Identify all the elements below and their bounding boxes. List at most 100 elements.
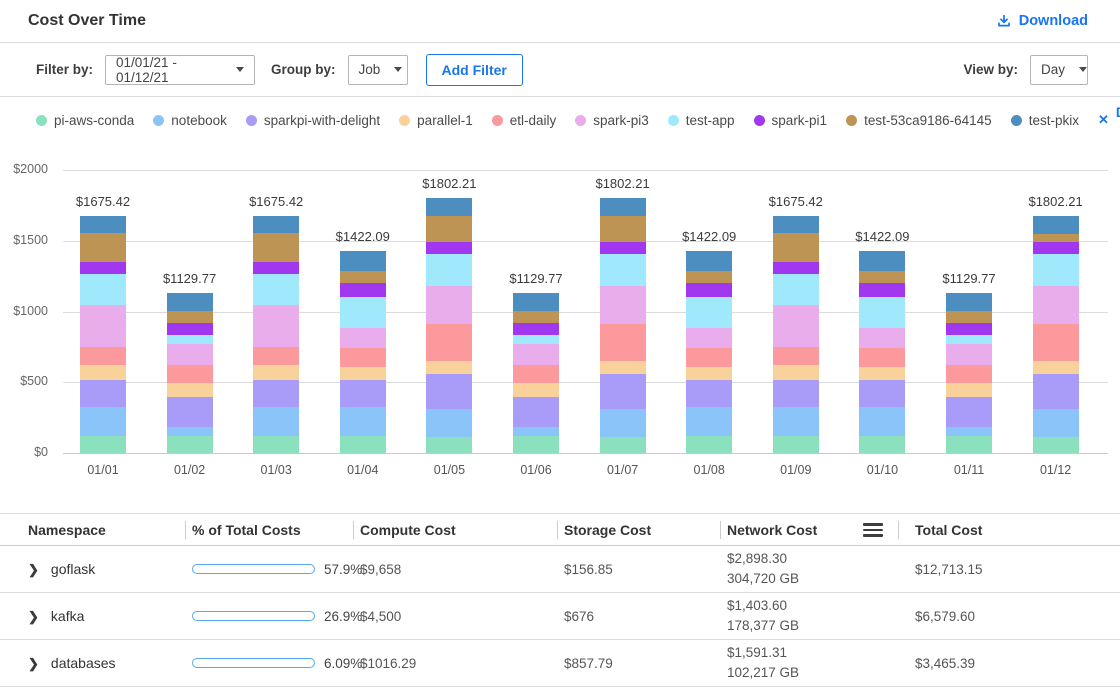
- bar-segment-test-53ca9186-64145[interactable]: [600, 216, 646, 242]
- bar-segment-notebook[interactable]: [426, 409, 472, 437]
- date-range-select[interactable]: 01/01/21 - 01/12/21: [105, 55, 255, 85]
- bar-segment-parallel-1[interactable]: [167, 383, 213, 396]
- bar-segment-spark-pi3[interactable]: [1033, 286, 1079, 324]
- bar-segment-spark-pi1[interactable]: [686, 283, 732, 296]
- bar-segment-sparkpi-with-delight[interactable]: [1033, 374, 1079, 409]
- bar-segment-notebook[interactable]: [167, 427, 213, 436]
- bar-segment-pi-aws-conda[interactable]: [1033, 437, 1079, 453]
- bar-segment-etl-daily[interactable]: [946, 365, 992, 383]
- bar-segment-sparkpi-with-delight[interactable]: [859, 380, 905, 407]
- bar-segment-test-app[interactable]: [1033, 254, 1079, 287]
- bar-segment-pi-aws-conda[interactable]: [340, 436, 386, 453]
- bar-segment-etl-daily[interactable]: [600, 324, 646, 361]
- bar-segment-etl-daily[interactable]: [80, 347, 126, 365]
- bar-segment-test-app[interactable]: [600, 254, 646, 287]
- bar-segment-etl-daily[interactable]: [253, 347, 299, 365]
- legend-item-test-53ca9186-64145[interactable]: test-53ca9186-64145: [846, 113, 992, 128]
- legend-item-spark-pi1[interactable]: spark-pi1: [754, 113, 828, 128]
- bar-segment-sparkpi-with-delight[interactable]: [600, 374, 646, 409]
- bar-segment-spark-pi3[interactable]: [946, 344, 992, 366]
- bar-segment-notebook[interactable]: [340, 407, 386, 436]
- bar-segment-sparkpi-with-delight[interactable]: [253, 380, 299, 407]
- bar-segment-spark-pi3[interactable]: [859, 328, 905, 349]
- expand-row-icon[interactable]: ❯: [28, 610, 39, 623]
- bar-segment-test-53ca9186-64145[interactable]: [773, 233, 819, 262]
- bar-segment-test-pkix[interactable]: [340, 251, 386, 270]
- bar-segment-parallel-1[interactable]: [340, 367, 386, 380]
- bar-segment-spark-pi1[interactable]: [600, 242, 646, 254]
- bar-segment-test-pkix[interactable]: [773, 216, 819, 233]
- bar-segment-spark-pi3[interactable]: [513, 344, 559, 366]
- bar-segment-pi-aws-conda[interactable]: [513, 436, 559, 453]
- bar-segment-parallel-1[interactable]: [253, 365, 299, 380]
- bar-segment-spark-pi3[interactable]: [253, 305, 299, 347]
- bar-segment-notebook[interactable]: [600, 409, 646, 437]
- bar-segment-test-53ca9186-64145[interactable]: [946, 311, 992, 323]
- bar-segment-spark-pi1[interactable]: [1033, 242, 1079, 254]
- bar-segment-etl-daily[interactable]: [773, 347, 819, 365]
- bar-segment-test-pkix[interactable]: [80, 216, 126, 233]
- bar-segment-sparkpi-with-delight[interactable]: [340, 380, 386, 407]
- bar-segment-test-pkix[interactable]: [1033, 216, 1079, 234]
- bar-segment-sparkpi-with-delight[interactable]: [167, 397, 213, 428]
- bar-segment-spark-pi1[interactable]: [426, 242, 472, 254]
- bar-segment-test-pkix[interactable]: [946, 293, 992, 311]
- bar-segment-test-app[interactable]: [253, 274, 299, 306]
- bar-segment-pi-aws-conda[interactable]: [946, 436, 992, 453]
- bar-segment-spark-pi1[interactable]: [773, 262, 819, 273]
- bar-segment-spark-pi1[interactable]: [859, 283, 905, 296]
- bar-segment-test-53ca9186-64145[interactable]: [80, 233, 126, 262]
- bar-segment-spark-pi3[interactable]: [426, 286, 472, 324]
- bar-segment-test-app[interactable]: [340, 297, 386, 328]
- bar-segment-spark-pi3[interactable]: [167, 344, 213, 366]
- bar-segment-spark-pi1[interactable]: [946, 323, 992, 334]
- group-by-select[interactable]: Job: [348, 55, 408, 85]
- bar-segment-parallel-1[interactable]: [600, 361, 646, 374]
- bar-segment-sparkpi-with-delight[interactable]: [426, 374, 472, 409]
- bar-segment-spark-pi3[interactable]: [600, 286, 646, 324]
- legend-item-notebook[interactable]: notebook: [153, 113, 227, 128]
- bar-segment-etl-daily[interactable]: [1033, 324, 1079, 361]
- bar-segment-test-app[interactable]: [773, 274, 819, 306]
- bar-segment-spark-pi1[interactable]: [80, 262, 126, 273]
- bar-segment-parallel-1[interactable]: [773, 365, 819, 380]
- bar-segment-test-pkix[interactable]: [600, 198, 646, 216]
- bar-segment-pi-aws-conda[interactable]: [859, 436, 905, 453]
- bar-segment-spark-pi3[interactable]: [80, 305, 126, 347]
- legend-item-test-app[interactable]: test-app: [668, 113, 735, 128]
- bar-segment-test-53ca9186-64145[interactable]: [686, 271, 732, 284]
- bar-segment-etl-daily[interactable]: [167, 365, 213, 383]
- bar-segment-parallel-1[interactable]: [513, 383, 559, 396]
- bar-segment-test-app[interactable]: [859, 297, 905, 328]
- bar-segment-notebook[interactable]: [80, 407, 126, 436]
- view-by-select[interactable]: Day: [1030, 55, 1088, 85]
- bar-segment-pi-aws-conda[interactable]: [600, 437, 646, 453]
- bar-segment-notebook[interactable]: [513, 427, 559, 436]
- bar-segment-test-53ca9186-64145[interactable]: [253, 233, 299, 262]
- bar-segment-test-53ca9186-64145[interactable]: [167, 311, 213, 323]
- bar-segment-etl-daily[interactable]: [859, 348, 905, 366]
- legend-item-parallel-1[interactable]: parallel-1: [399, 113, 473, 128]
- bar-segment-test-app[interactable]: [513, 335, 559, 344]
- bar-segment-spark-pi1[interactable]: [253, 262, 299, 273]
- bar-segment-test-53ca9186-64145[interactable]: [340, 271, 386, 284]
- deselect-all-button[interactable]: ✕ Deselect All: [1098, 105, 1120, 135]
- bar-segment-etl-daily[interactable]: [513, 365, 559, 383]
- bar-segment-spark-pi3[interactable]: [773, 305, 819, 347]
- legend-item-sparkpi-with-delight[interactable]: sparkpi-with-delight: [246, 113, 380, 128]
- add-filter-button[interactable]: Add Filter: [426, 54, 523, 86]
- legend-item-test-pkix[interactable]: test-pkix: [1011, 113, 1079, 128]
- bar-segment-test-app[interactable]: [80, 274, 126, 306]
- bar-segment-spark-pi1[interactable]: [340, 283, 386, 296]
- bar-segment-sparkpi-with-delight[interactable]: [80, 380, 126, 407]
- legend-item-spark-pi3[interactable]: spark-pi3: [575, 113, 649, 128]
- bar-segment-notebook[interactable]: [946, 427, 992, 436]
- bar-segment-parallel-1[interactable]: [80, 365, 126, 380]
- bar-segment-notebook[interactable]: [1033, 409, 1079, 436]
- bar-segment-sparkpi-with-delight[interactable]: [773, 380, 819, 407]
- bar-segment-notebook[interactable]: [859, 407, 905, 436]
- bar-segment-test-app[interactable]: [167, 335, 213, 344]
- bar-segment-test-pkix[interactable]: [859, 251, 905, 270]
- download-button[interactable]: Download: [996, 13, 1088, 29]
- bar-segment-test-53ca9186-64145[interactable]: [426, 216, 472, 242]
